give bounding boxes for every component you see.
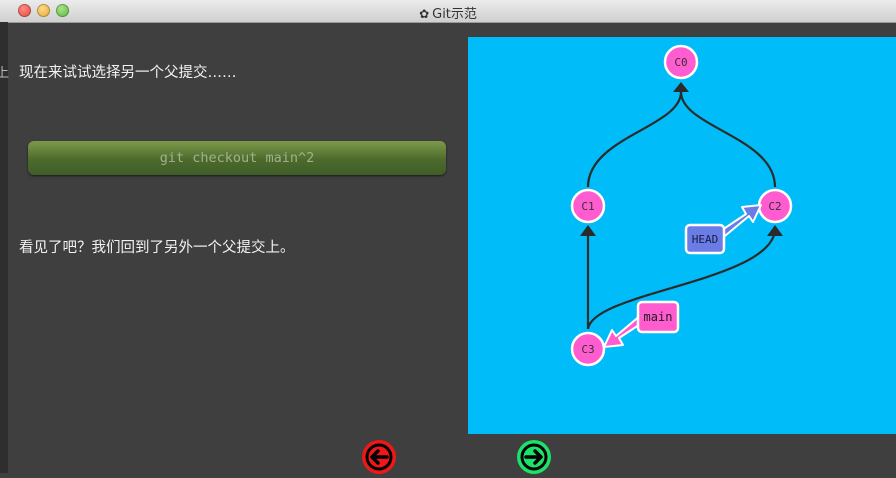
window-title: ✿ Git示范 <box>0 3 896 22</box>
commit-c1[interactable]: C1 <box>570 188 606 224</box>
arrow-right-icon <box>520 443 548 471</box>
commit-c3-label: C3 <box>581 343 594 356</box>
edge-c3-c2 <box>586 230 777 330</box>
commit-c2[interactable]: C2 <box>757 188 793 224</box>
branch-main[interactable]: main <box>603 300 680 348</box>
result-text: 看见了吧？我们回到了另外一个父提交上。 <box>19 240 295 256</box>
arrow-left-icon <box>365 443 393 471</box>
intro-text: 现在来试试选择另一个父提交…… <box>19 65 237 81</box>
gear-icon: ✿ <box>419 7 430 21</box>
left-edge-panel: 上 <box>0 22 10 473</box>
edge-c1-c0 <box>586 91 683 188</box>
window-titlebar: ✿ Git示范 <box>0 0 896 23</box>
back-button[interactable] <box>362 440 396 474</box>
main-label: main <box>644 310 673 324</box>
head-label: HEAD <box>692 233 719 246</box>
commit-c2-label: C2 <box>768 200 781 213</box>
commit-c1-label: C1 <box>581 200 594 213</box>
forward-button[interactable] <box>517 440 551 474</box>
git-graph-canvas: C0 C1 C2 C3 HEAD main <box>468 37 896 434</box>
commit-c0-label: C0 <box>674 56 687 69</box>
left-edge-text: 上 <box>0 66 10 81</box>
command-button[interactable]: git checkout main^2 <box>28 141 446 175</box>
arrowhead-c0 <box>673 82 689 92</box>
edge-c2-c0 <box>679 91 777 188</box>
window-title-text: Git示范 <box>432 7 477 22</box>
commit-c0[interactable]: C0 <box>663 44 699 80</box>
commit-c3[interactable]: C3 <box>570 331 606 367</box>
arrowhead-c1 <box>580 225 596 236</box>
branch-head[interactable]: HEAD <box>684 204 762 255</box>
arrowhead-c2 <box>767 225 783 236</box>
